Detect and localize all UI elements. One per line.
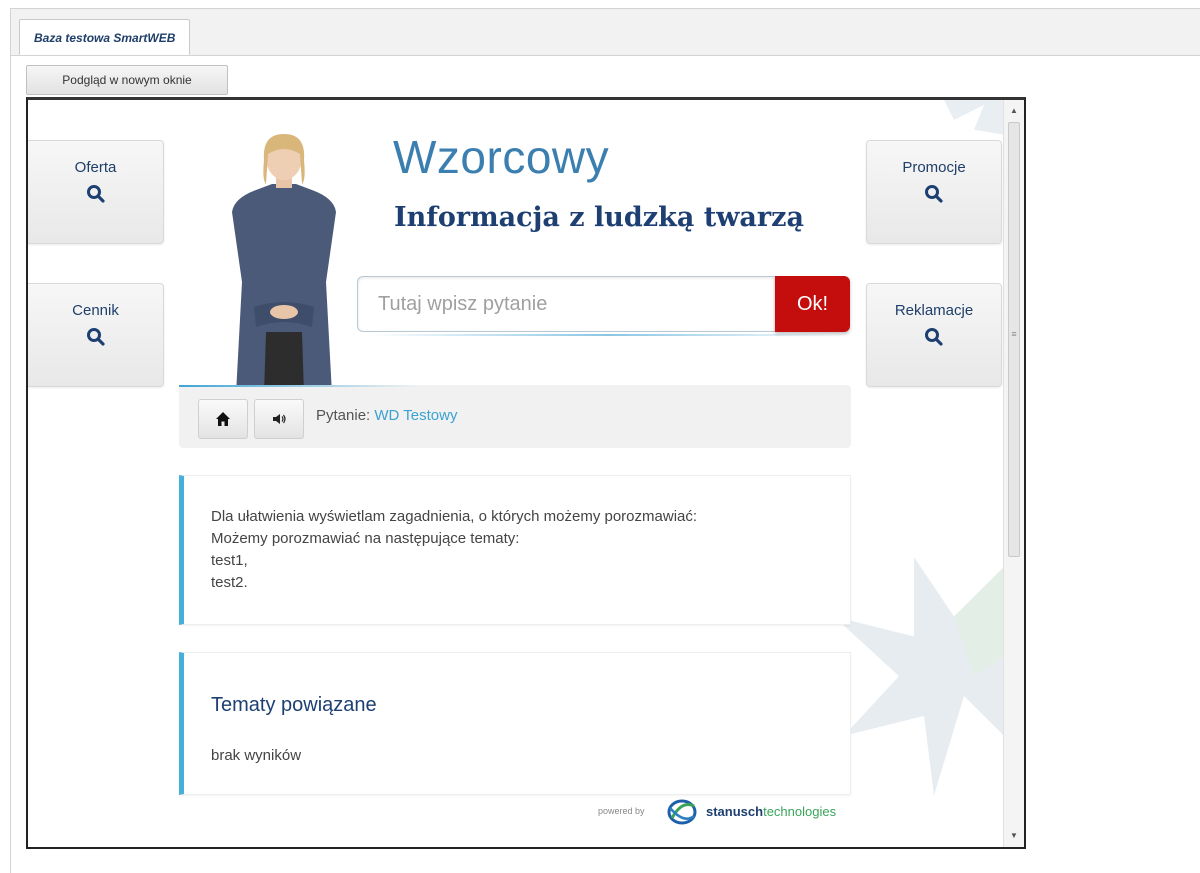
brand-bold: stanusch — [706, 804, 764, 819]
question-value: WD Testowy — [374, 407, 458, 424]
tile-promotions[interactable]: Promocje — [866, 140, 1002, 244]
powered-by-label: powered by — [598, 806, 645, 816]
question-bar: Pytanie: WD Testowy — [179, 385, 851, 448]
stanusch-brand-link[interactable]: stanuschtechnologies — [706, 804, 836, 819]
search-underline — [368, 334, 848, 336]
assistant-avatar — [232, 134, 336, 394]
ok-button[interactable]: Ok! — [775, 276, 850, 332]
preview-new-window-button[interactable]: Podgląd w nowym oknie — [26, 65, 228, 95]
scroll-thumb[interactable]: ≡ — [1008, 122, 1020, 557]
tile-complaints-label: Reklamacje — [894, 302, 974, 319]
related-topics-card: Tematy powiązane brak wyników — [179, 652, 851, 795]
tile-prices[interactable]: Cennik — [28, 283, 164, 387]
question-label: Pytanie: — [316, 407, 371, 424]
tab-smartweb[interactable]: Baza testowa SmartWEB — [19, 19, 191, 55]
related-topics-title: Tematy powiązane — [211, 694, 377, 716]
scroll-down-arrow-icon[interactable]: ▼ — [1004, 827, 1024, 845]
answer-line: Dla ułatwienia wyświetlam zagadnienia, o… — [211, 508, 698, 525]
preview-content: Oferta Cennik Promocje Reklamacje Wzorco… — [28, 100, 1004, 847]
home-icon — [216, 412, 230, 426]
tile-offer-label: Oferta — [74, 159, 117, 176]
grip-icon: ≡ — [1011, 329, 1017, 339]
search-icon — [925, 185, 943, 203]
answer-text: Dla ułatwienia wyświetlam zagadnienia, o… — [211, 506, 697, 594]
answer-card: Dla ułatwienia wyświetlam zagadnienia, o… — [179, 475, 851, 625]
question-input[interactable] — [357, 276, 775, 332]
brand-subtitle: Informacja z ludzką twarzą — [394, 202, 804, 233]
speaker-icon — [273, 414, 286, 424]
search-icon — [86, 185, 105, 203]
scroll-up-arrow-icon[interactable]: ▲ — [1004, 102, 1024, 120]
brand-title: Wzorcowy — [393, 131, 610, 183]
tile-complaints[interactable]: Reklamacje — [866, 283, 1002, 387]
preview-frame: Oferta Cennik Promocje Reklamacje Wzorco… — [26, 97, 1026, 849]
tile-promotions-label: Promocje — [902, 159, 966, 176]
stanusch-logo-icon — [667, 799, 697, 825]
home-button[interactable] — [198, 399, 248, 439]
brand-light: technologies — [763, 804, 837, 819]
tile-offer[interactable]: Oferta — [28, 140, 164, 244]
answer-line: test1, — [211, 552, 248, 569]
vertical-scrollbar[interactable]: ▲ ≡ ▼ — [1003, 100, 1024, 847]
question-text: Pytanie: WD Testowy — [316, 407, 457, 424]
tab-strip: Baza testowa SmartWEB — [11, 9, 1200, 56]
sound-button[interactable] — [254, 399, 304, 439]
search-icon — [86, 328, 105, 346]
tile-prices-label: Cennik — [72, 302, 119, 319]
answer-line: test2. — [211, 574, 248, 591]
search-icon — [925, 328, 943, 346]
related-topics-empty: brak wyników — [211, 747, 302, 764]
answer-line: Możemy porozmawiać na następujące tematy… — [211, 530, 520, 547]
